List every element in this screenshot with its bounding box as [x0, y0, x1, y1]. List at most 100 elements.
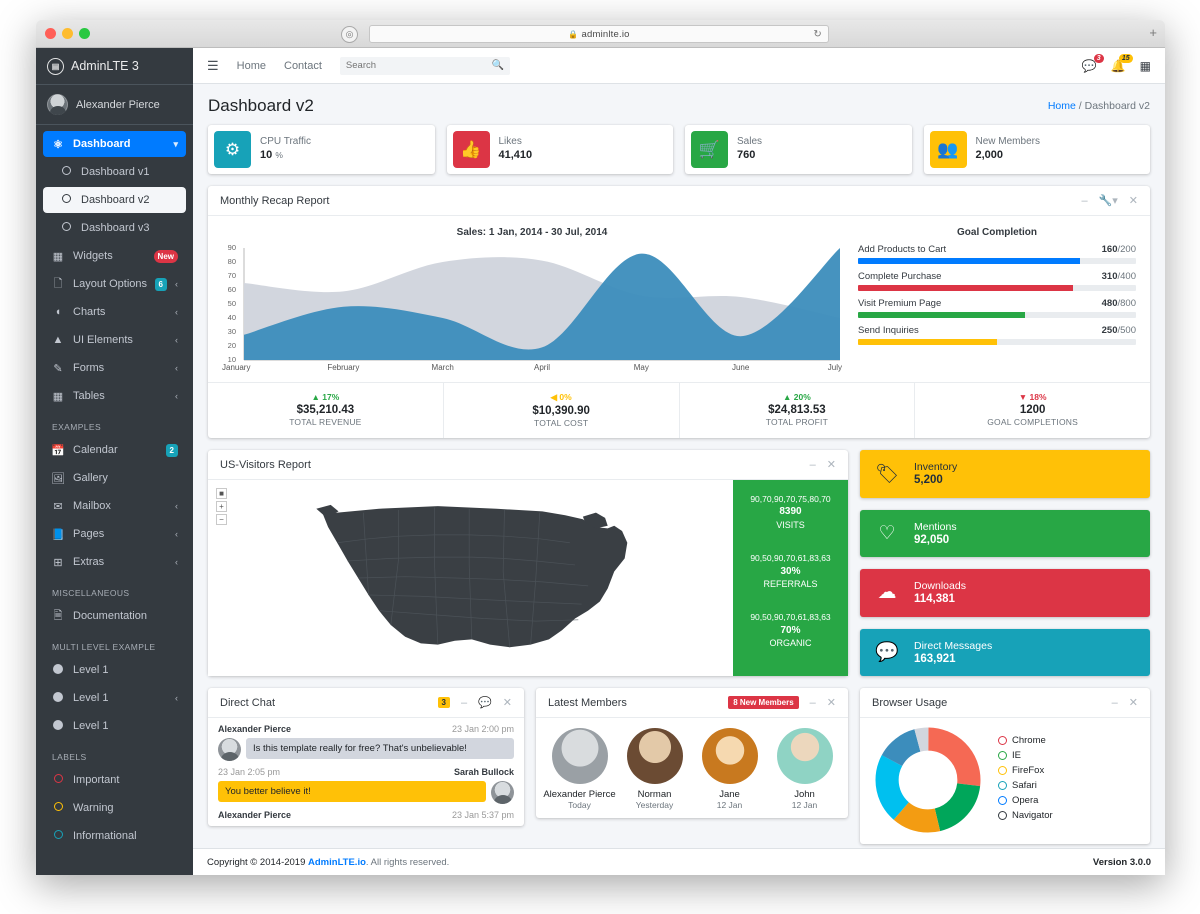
donut-slice [875, 727, 981, 833]
zoom-in-button[interactable]: + [216, 501, 227, 512]
legend-item[interactable]: Chrome [998, 735, 1053, 746]
grid-apps-icon[interactable]: ▦ [1140, 59, 1151, 73]
infobox-value: 2,000 [975, 148, 1004, 161]
sidebar-section-miscellaneous: MISCELLANEOUS [52, 588, 130, 598]
close-window-button[interactable] [45, 28, 56, 39]
legend-item[interactable]: Opera [998, 795, 1053, 806]
sidebar-item-documentation[interactable]: 🗎 Documentation [43, 603, 186, 629]
list-item[interactable]: Alexander Pierce Today [542, 728, 617, 810]
shield-icon[interactable]: ◎ [341, 26, 358, 43]
sidebar-item-important[interactable]: Important [43, 767, 186, 793]
search-input[interactable] [345, 60, 504, 71]
users-icon: 👥 [929, 131, 967, 168]
colorbox-downloads[interactable]: ☁ Downloads 114,381 [860, 569, 1150, 617]
minimize-icon[interactable]: – [810, 697, 816, 709]
legend-item[interactable]: Safari [998, 780, 1053, 791]
sidebar-item-ui-elements[interactable]: ▲ UI Elements ‹ [43, 327, 186, 353]
chat-author: Alexander Pierce [218, 724, 292, 734]
sidebar-item-layout-options[interactable]: 🗋 Layout Options 6 ‹ [43, 271, 186, 297]
sidebar-item-gallery[interactable]: 🖼 Gallery [43, 465, 186, 491]
navbar-right: 💬 3 🔔 15 ▦ [1082, 53, 1151, 73]
zoom-out-button[interactable]: − [216, 514, 227, 525]
legend-item[interactable]: FireFox [998, 765, 1053, 776]
sparkline-numbers: 90,70,90,70,75,80,70 [750, 494, 831, 504]
minimize-icon[interactable]: – [1112, 697, 1118, 709]
sidebar-item-dashboard[interactable]: ⚛ Dashboard ▾ [43, 131, 186, 157]
close-icon[interactable]: ✕ [827, 696, 836, 709]
sidebar-item-label: Important [73, 774, 120, 786]
minimize-icon[interactable]: – [461, 697, 467, 709]
file-icon: 🗎 [53, 609, 63, 622]
bell-icon[interactable]: 🔔 15 [1111, 53, 1133, 73]
minimize-icon[interactable]: – [1081, 195, 1087, 207]
navbar-link-contact[interactable]: Contact [284, 60, 322, 72]
sidebar-item-level1-c[interactable]: Level 1 [43, 713, 186, 739]
close-icon[interactable]: ✕ [1129, 696, 1138, 709]
close-icon[interactable]: ✕ [827, 458, 836, 471]
sidebar-item-dashboard-v1[interactable]: Dashboard v1 [43, 159, 186, 185]
colorbox-mentions[interactable]: ♡ Mentions 92,050 [860, 509, 1150, 557]
search-icon[interactable]: 🔍 [491, 60, 503, 71]
navbar-link-home[interactable]: Home [237, 60, 266, 72]
sidebar-user-panel[interactable]: Alexander Pierce [36, 85, 193, 125]
sidebar-item-mailbox[interactable]: ✉ Mailbox ‹ [43, 493, 186, 519]
contacts-icon[interactable]: 💬 [478, 696, 492, 709]
breadcrumb-home[interactable]: Home [1048, 100, 1076, 112]
infobox-cpu-traffic[interactable]: ⚙ CPU Traffic 10 % [208, 125, 435, 174]
legend-item[interactable]: Navigator [998, 810, 1053, 821]
sidebar-item-widgets[interactable]: ▦ Widgets New [43, 243, 186, 269]
x-axis-tick: April [533, 363, 551, 372]
sidebar-item-label: Dashboard [73, 138, 131, 150]
sidebar-item-dashboard-v2[interactable]: Dashboard v2 [43, 187, 186, 213]
sidebar-item-dashboard-v3[interactable]: Dashboard v3 [43, 215, 186, 241]
sidebar-item-charts[interactable]: ◖ Charts ‹ [43, 299, 186, 325]
sidebar-item-level1-a[interactable]: Level 1 [43, 657, 186, 683]
list-item[interactable]: John 12 Jan [767, 728, 842, 810]
chevron-left-icon: ‹ [175, 529, 178, 539]
maximize-window-button[interactable] [79, 28, 90, 39]
chat-message: Alexander Pierce 23 Jan 2:00 pm Is this … [208, 718, 524, 761]
close-icon[interactable]: ✕ [503, 696, 512, 709]
sidebar-item-extras[interactable]: ⊞ Extras ‹ [43, 549, 186, 575]
hamburger-icon[interactable]: ☰ [207, 58, 219, 74]
address-bar[interactable]: 🔒 adminlte.io ↻ [369, 25, 829, 43]
search-box[interactable]: 🔍 [339, 56, 510, 75]
stat-total-revenue: ▲ 17% $35,210.43 TOTAL REVENUE [208, 383, 444, 438]
x-axis-tick: March [431, 363, 454, 372]
infobox-sales[interactable]: 🛒 Sales 760 [685, 125, 912, 174]
sidebar-item-pages[interactable]: 📘 Pages ‹ [43, 521, 186, 547]
minimize-icon[interactable]: – [810, 459, 816, 471]
list-item[interactable]: Norman Yesterday [617, 728, 692, 810]
window-controls[interactable] [45, 28, 90, 39]
map-zoom-controls[interactable]: ■ + − [216, 488, 227, 525]
stat-desc: GOAL COMPLETIONS [987, 417, 1078, 427]
minimize-window-button[interactable] [62, 28, 73, 39]
infobox-new-members[interactable]: 👥 New Members 2,000 [923, 125, 1150, 174]
infobox-likes[interactable]: 👍 Likes 41,410 [446, 125, 673, 174]
map-home-icon[interactable]: ■ [216, 488, 227, 499]
sidebar-item-warning[interactable]: Warning [43, 795, 186, 821]
colorbox-inventory[interactable]: 🏷 Inventory 5,200 [860, 450, 1150, 498]
footer: Copyright © 2014-2019 AdminLTE.io. All r… [193, 848, 1165, 875]
sidebar-item-label: Forms [73, 362, 105, 374]
copy-icon: 🗋 [53, 277, 63, 290]
sidebar-item-label: Tables [73, 390, 105, 402]
sidebar-item-informational[interactable]: Informational [43, 823, 186, 849]
sidebar-section-multilevel: MULTI LEVEL EXAMPLE [52, 642, 156, 652]
messages-icon[interactable]: 💬 3 [1082, 53, 1104, 73]
colorbox-direct-messages[interactable]: 💬 Direct Messages 163,921 [860, 628, 1150, 676]
wrench-icon[interactable]: 🔧▾ [1099, 194, 1118, 207]
sidebar-item-calendar[interactable]: 📅 Calendar 2 [43, 437, 186, 463]
sidebar-item-tables[interactable]: ▦ Tables ‹ [43, 383, 186, 409]
close-icon[interactable]: ✕ [1129, 194, 1138, 207]
list-item[interactable]: Jane 12 Jan [692, 728, 767, 810]
reload-icon[interactable]: ↻ [813, 29, 822, 40]
brand-link[interactable]: ▤ AdminLTE 3 [36, 48, 193, 85]
new-tab-icon[interactable]: + [1149, 26, 1157, 40]
footer-link[interactable]: AdminLTE.io [308, 857, 366, 868]
sidebar-item-level1-b[interactable]: Level 1 ‹ [43, 685, 186, 711]
infobox-label: Likes [498, 136, 522, 148]
legend-item[interactable]: IE [998, 750, 1053, 761]
sidebar-item-forms[interactable]: ✎ Forms ‹ [43, 355, 186, 381]
us-map[interactable]: ■ + − [208, 480, 733, 676]
